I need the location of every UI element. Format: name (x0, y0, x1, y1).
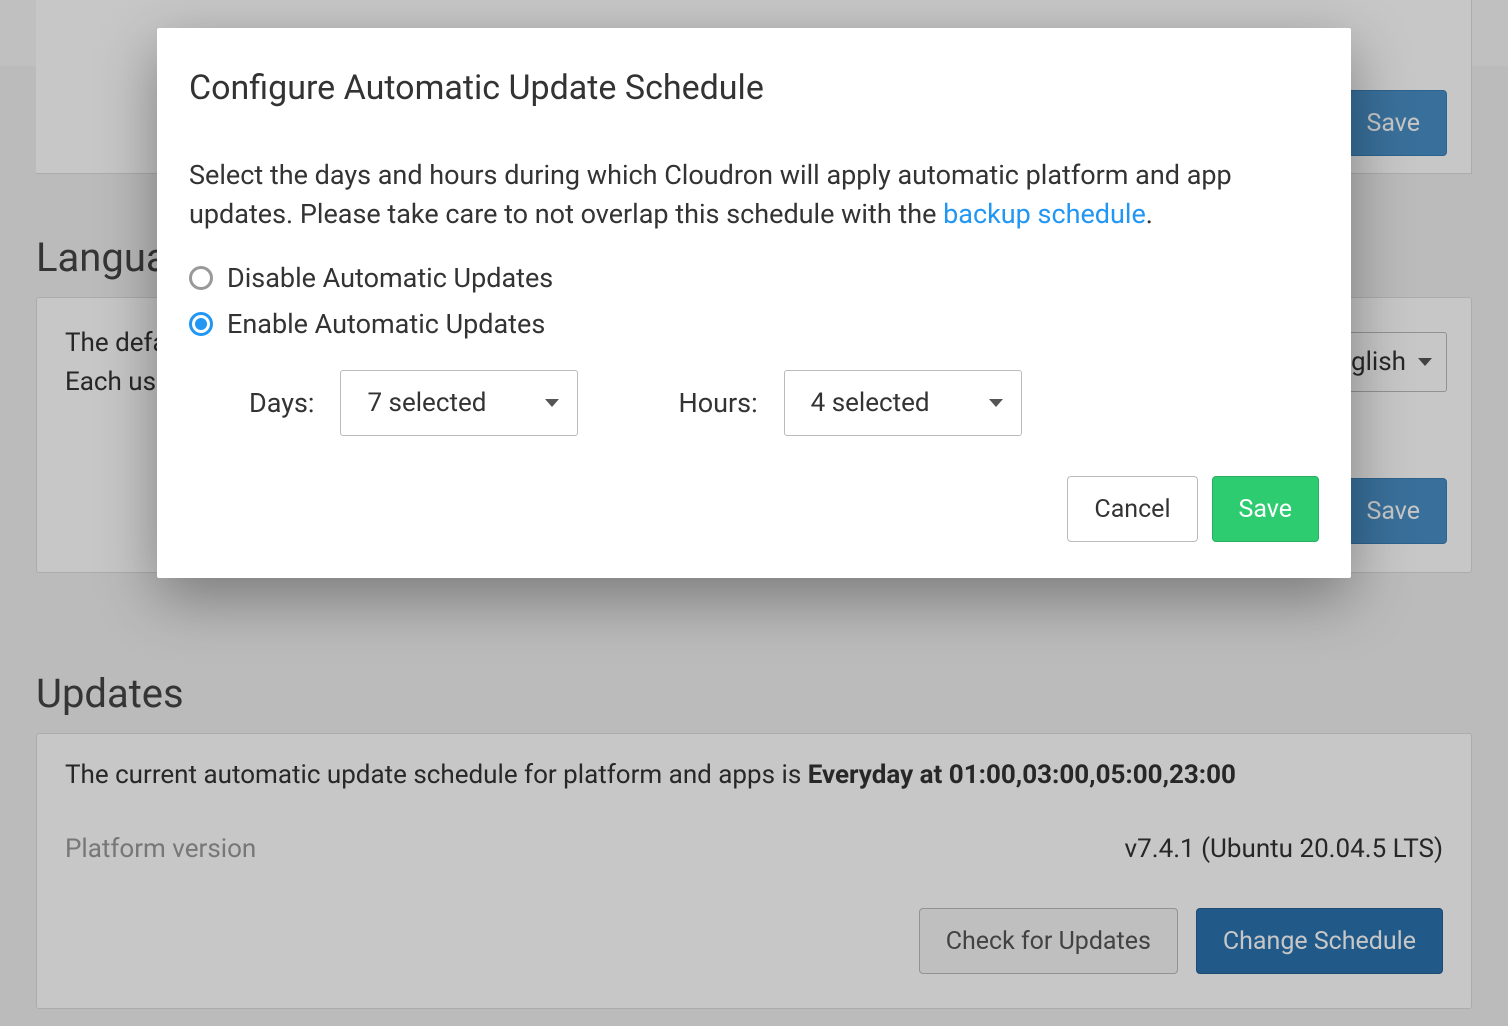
radio-disable-label: Disable Automatic Updates (227, 262, 553, 294)
radio-disable-updates[interactable]: Disable Automatic Updates (189, 262, 1319, 294)
backup-schedule-link[interactable]: backup schedule (943, 198, 1146, 230)
chevron-down-icon (989, 399, 1003, 407)
radio-icon (189, 266, 213, 290)
modal-title: Configure Automatic Update Schedule (189, 68, 1319, 108)
update-schedule-modal: Configure Automatic Update Schedule Sele… (157, 28, 1351, 578)
days-selected-value: 7 selected (367, 388, 486, 418)
radio-icon-checked (189, 312, 213, 336)
modal-overlay[interactable]: Configure Automatic Update Schedule Sele… (0, 0, 1508, 1026)
hours-selected-value: 4 selected (811, 388, 930, 418)
days-dropdown[interactable]: 7 selected (340, 370, 578, 436)
radio-enable-updates[interactable]: Enable Automatic Updates (189, 308, 1319, 340)
chevron-down-icon (545, 399, 559, 407)
days-label: Days: (249, 387, 314, 419)
cancel-button[interactable]: Cancel (1067, 476, 1197, 542)
radio-enable-label: Enable Automatic Updates (227, 308, 545, 340)
hours-dropdown[interactable]: 4 selected (784, 370, 1022, 436)
save-button[interactable]: Save (1212, 476, 1319, 542)
modal-description: Select the days and hours during which C… (189, 156, 1319, 234)
hours-label: Hours: (678, 387, 757, 419)
